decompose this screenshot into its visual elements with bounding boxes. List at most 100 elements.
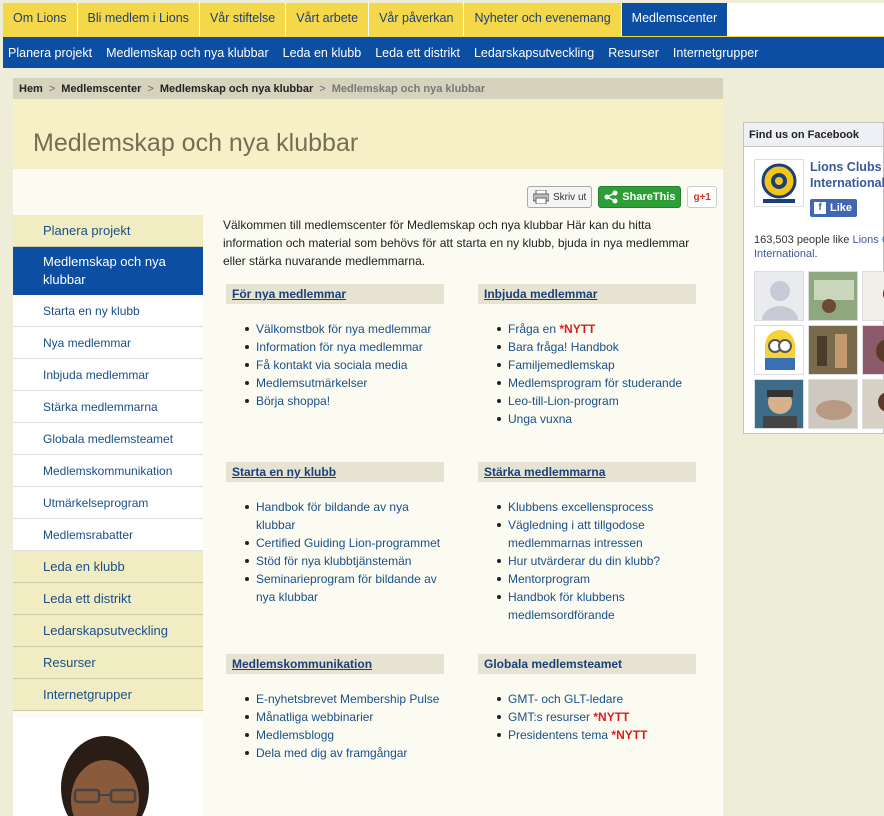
list-item[interactable]: Välkomstbok för nya medlemmar bbox=[245, 320, 444, 338]
breadcrumb-medlemskap[interactable]: Medlemskap och nya klubbar bbox=[160, 83, 313, 95]
sidebar-item-medlemskap[interactable]: Medlemskap och nya klubbar bbox=[13, 247, 203, 295]
sidebar-subitem-rabatter[interactable]: Medlemsrabatter bbox=[13, 519, 203, 551]
list-item[interactable]: Leo-till-Lion-program bbox=[497, 392, 696, 410]
breadcrumb-home[interactable]: Hem bbox=[19, 83, 43, 95]
sidebar-item-resurser[interactable]: Resurser bbox=[13, 647, 203, 679]
print-button[interactable]: Skriv ut bbox=[526, 186, 593, 208]
printer-icon bbox=[532, 190, 549, 204]
list-item[interactable]: GMT- och GLT-ledare bbox=[497, 690, 696, 708]
list-item[interactable]: Unga vuxna bbox=[497, 410, 696, 428]
tab-vart-arbete[interactable]: Vårt arbete bbox=[286, 3, 370, 36]
facebook-like-button[interactable]: f Like bbox=[810, 199, 858, 217]
subnav-leda-distrikt[interactable]: Leda ett distrikt bbox=[375, 46, 460, 60]
list-item[interactable]: E-nyhetsbrevet Membership Pulse bbox=[245, 690, 444, 708]
tab-om-lions[interactable]: Om Lions bbox=[3, 3, 78, 36]
list-item-label: Presidentens tema bbox=[508, 728, 609, 742]
breadcrumb-medlemscenter[interactable]: Medlemscenter bbox=[61, 83, 141, 95]
fan-avatar[interactable] bbox=[754, 325, 804, 375]
sidebar-subitem-starta-klubb[interactable]: Starta en ny klubb bbox=[13, 295, 203, 327]
sidebar-subitem-kommunikation[interactable]: Medlemskommunikation bbox=[13, 455, 203, 487]
list-item-label: GMT:s resurser bbox=[508, 710, 591, 724]
breadcrumb-separator: > bbox=[319, 82, 326, 95]
sidebar-subitem-globala[interactable]: Globala medlemsteamet bbox=[13, 423, 203, 455]
list-item[interactable]: Klubbens excellensprocess bbox=[497, 498, 696, 516]
sidebar-nav: Planera projekt Medlemskap och nya klubb… bbox=[13, 215, 203, 711]
list-item[interactable]: Medlemsprogram för studerande bbox=[497, 374, 696, 392]
section-heading: Globala medlemsteamet bbox=[478, 654, 696, 674]
subnav-resurser[interactable]: Resurser bbox=[608, 46, 659, 60]
sidebar-item-leda-distrikt[interactable]: Leda ett distrikt bbox=[13, 583, 203, 615]
facebook-page-name[interactable]: International bbox=[810, 175, 884, 191]
subnav-medlemskap[interactable]: Medlemskap och nya klubbar bbox=[106, 46, 269, 60]
list-item[interactable]: GMT:s resurser *NYTT bbox=[497, 708, 696, 726]
list-item[interactable]: Fråga en *NYTT bbox=[497, 320, 696, 338]
list-item[interactable]: Bara fråga! Handbok bbox=[497, 338, 696, 356]
fan-avatar[interactable] bbox=[862, 379, 884, 429]
list-item[interactable]: Information för nya medlemmar bbox=[245, 338, 444, 356]
sharethis-button[interactable]: ShareThis bbox=[598, 186, 682, 208]
tab-medlemscenter[interactable]: Medlemscenter bbox=[621, 3, 729, 36]
facebook-icon: f bbox=[814, 202, 826, 214]
facebook-like-count: 163,503 people like Lions Cl Internation… bbox=[754, 233, 884, 261]
sidebar-item-internetgrupper[interactable]: Internetgrupper bbox=[13, 679, 203, 711]
facebook-faces bbox=[754, 271, 884, 429]
fan-avatar[interactable] bbox=[754, 271, 804, 321]
section-heading[interactable]: Inbjuda medlemmar bbox=[478, 284, 696, 304]
list-item[interactable]: Handbok för bildande av nya klubbar bbox=[245, 498, 444, 534]
list-item[interactable]: Handbok för klubbens medlemsordförande bbox=[497, 588, 696, 624]
page-title: Medlemskap och nya klubbar bbox=[33, 129, 359, 157]
subnav-leda-klubb[interactable]: Leda en klubb bbox=[283, 46, 362, 60]
section-starta-ny-klubb: Starta en ny klubb Handbok för bildande … bbox=[226, 462, 444, 606]
section-medlemskommunikation: Medlemskommunikation E-nyhetsbrevet Memb… bbox=[226, 654, 444, 762]
list-item[interactable]: Vägledning i att tillgodose medlemmarnas… bbox=[497, 516, 696, 552]
section-heading[interactable]: Stärka medlemmarna bbox=[478, 462, 696, 482]
sidebar-item-ledarskap[interactable]: Ledarskapsutveckling bbox=[13, 615, 203, 647]
fan-avatar[interactable] bbox=[808, 379, 858, 429]
fan-avatar[interactable] bbox=[862, 271, 884, 321]
list-item[interactable]: Seminarieprogram för bildande av nya klu… bbox=[245, 570, 444, 606]
section-heading[interactable]: För nya medlemmar bbox=[226, 284, 444, 304]
section-heading[interactable]: Medlemskommunikation bbox=[226, 654, 444, 674]
tab-var-paverkan[interactable]: Vår påverkan bbox=[369, 3, 465, 36]
list-item[interactable]: Få kontakt via sociala media bbox=[245, 356, 444, 374]
subnav-ledarskap[interactable]: Ledarskapsutveckling bbox=[474, 46, 594, 60]
sidebar-subitem-inbjuda[interactable]: Inbjuda medlemmar bbox=[13, 359, 203, 391]
sidebar-subitem-nya-medlemmar[interactable]: Nya medlemmar bbox=[13, 327, 203, 359]
list-item[interactable]: Familjemedlemskap bbox=[497, 356, 696, 374]
section-heading[interactable]: Starta en ny klubb bbox=[226, 462, 444, 482]
facebook-page-name[interactable]: Lions Clubs bbox=[810, 159, 884, 175]
subnav-internetgrupper[interactable]: Internetgrupper bbox=[673, 46, 758, 60]
list-item[interactable]: Stöd för nya klubbtjänstemän bbox=[245, 552, 444, 570]
breadcrumb-current: Medlemskap och nya klubbar bbox=[331, 82, 486, 95]
tab-nyheter[interactable]: Nyheter och evenemang bbox=[464, 3, 622, 36]
list-item[interactable]: Dela med dig av framgångar bbox=[245, 744, 444, 762]
top-navigation: Om Lions Bli medlem i Lions Vår stiftels… bbox=[3, 3, 884, 36]
facebook-widget: Find us on Facebook Lions Clubs Internat… bbox=[743, 122, 884, 434]
tab-bli-medlem[interactable]: Bli medlem i Lions bbox=[77, 3, 200, 36]
like-count-link[interactable]: Lions Cl bbox=[852, 234, 884, 246]
like-count-link[interactable]: International bbox=[754, 248, 815, 260]
list-item[interactable]: Hur utvärderar du din klubb? bbox=[497, 552, 696, 570]
gplus-button[interactable]: g+1 bbox=[687, 186, 717, 208]
fan-avatar[interactable] bbox=[808, 271, 858, 321]
list-item[interactable]: Presidentens tema *NYTT bbox=[497, 726, 696, 744]
sidebar-item-leda-klubb[interactable]: Leda en klubb bbox=[13, 551, 203, 583]
list-item[interactable]: Certified Guiding Lion-programmet bbox=[245, 534, 444, 552]
fan-avatar[interactable] bbox=[754, 379, 804, 429]
sidebar-subitem-starka[interactable]: Stärka medlemmarna bbox=[13, 391, 203, 423]
sidebar-item-planera-projekt[interactable]: Planera projekt bbox=[13, 215, 203, 247]
sidebar-subitem-utmarkelse[interactable]: Utmärkelseprogram bbox=[13, 487, 203, 519]
fan-avatar[interactable] bbox=[808, 325, 858, 375]
tab-var-stiftelse[interactable]: Vår stiftelse bbox=[199, 3, 287, 36]
section-globala-medlemsteamet: Globala medlemsteamet GMT- och GLT-ledar… bbox=[478, 654, 696, 744]
fan-avatar[interactable] bbox=[862, 325, 884, 375]
lions-logo[interactable] bbox=[754, 159, 804, 207]
list-item[interactable]: Medlemsblogg bbox=[245, 726, 444, 744]
list-item[interactable]: Mentorprogram bbox=[497, 570, 696, 588]
new-badge: *NYTT bbox=[593, 710, 630, 724]
subnav-planera-projekt[interactable]: Planera projekt bbox=[8, 46, 92, 60]
section-inbjuda-medlemmar: Inbjuda medlemmar Fråga en *NYTT Bara fr… bbox=[478, 284, 696, 428]
list-item[interactable]: Medlemsutmärkelser bbox=[245, 374, 444, 392]
list-item[interactable]: Börja shoppa! bbox=[245, 392, 444, 410]
list-item[interactable]: Månatliga webbinarier bbox=[245, 708, 444, 726]
